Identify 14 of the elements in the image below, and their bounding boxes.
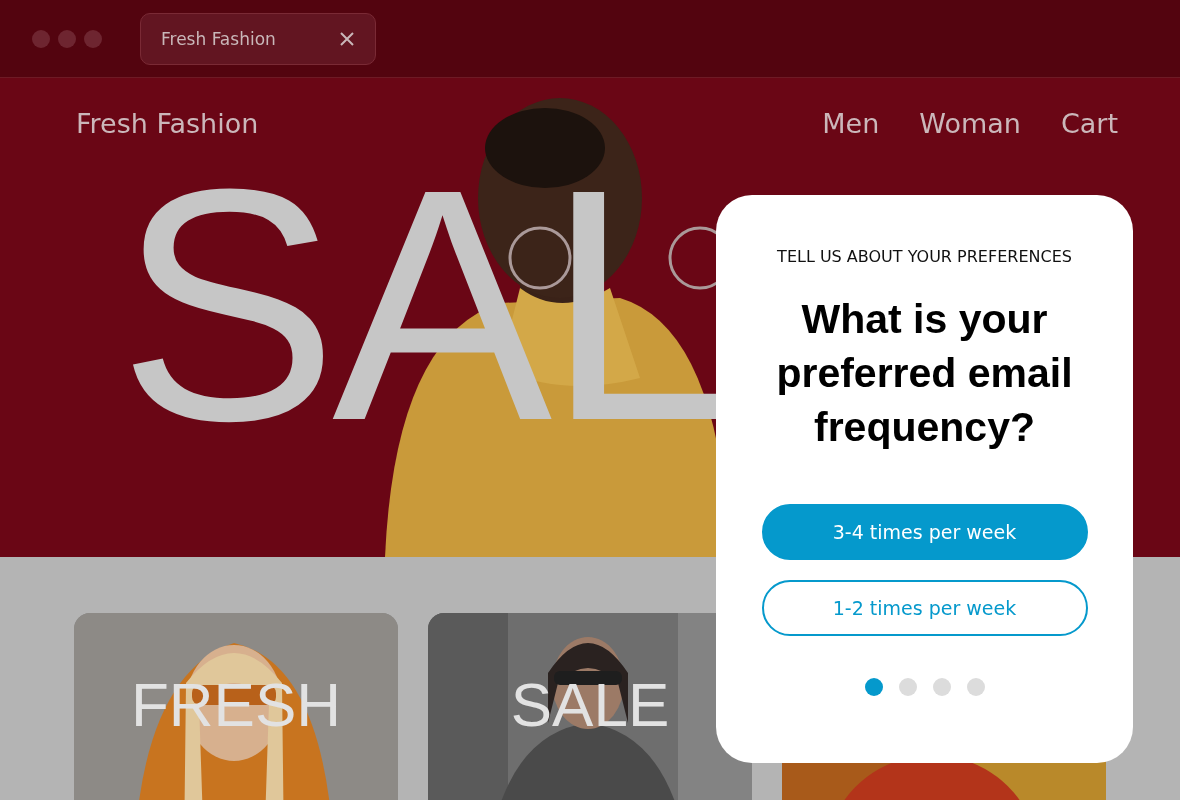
window-control[interactable] [84,29,102,48]
popup-question: What is your preferred email frequency? [775,295,1074,452]
nav-link[interactable]: Men [822,108,880,139]
page-dot[interactable] [864,678,883,696]
window-control[interactable] [32,29,50,48]
nav-link[interactable]: Woman [919,108,1021,139]
page-dot[interactable] [966,678,985,696]
nav-link[interactable]: Cart [1060,108,1118,139]
page-dot[interactable] [932,678,951,696]
page-dot[interactable] [898,678,917,696]
browser-tab[interactable]: Fresh Fashion [140,12,376,65]
close-icon[interactable] [339,30,355,47]
window-control[interactable] [58,29,76,48]
popup-eyebrow: TELL US ABOUT YOUR PREFERENCES [777,247,1072,266]
